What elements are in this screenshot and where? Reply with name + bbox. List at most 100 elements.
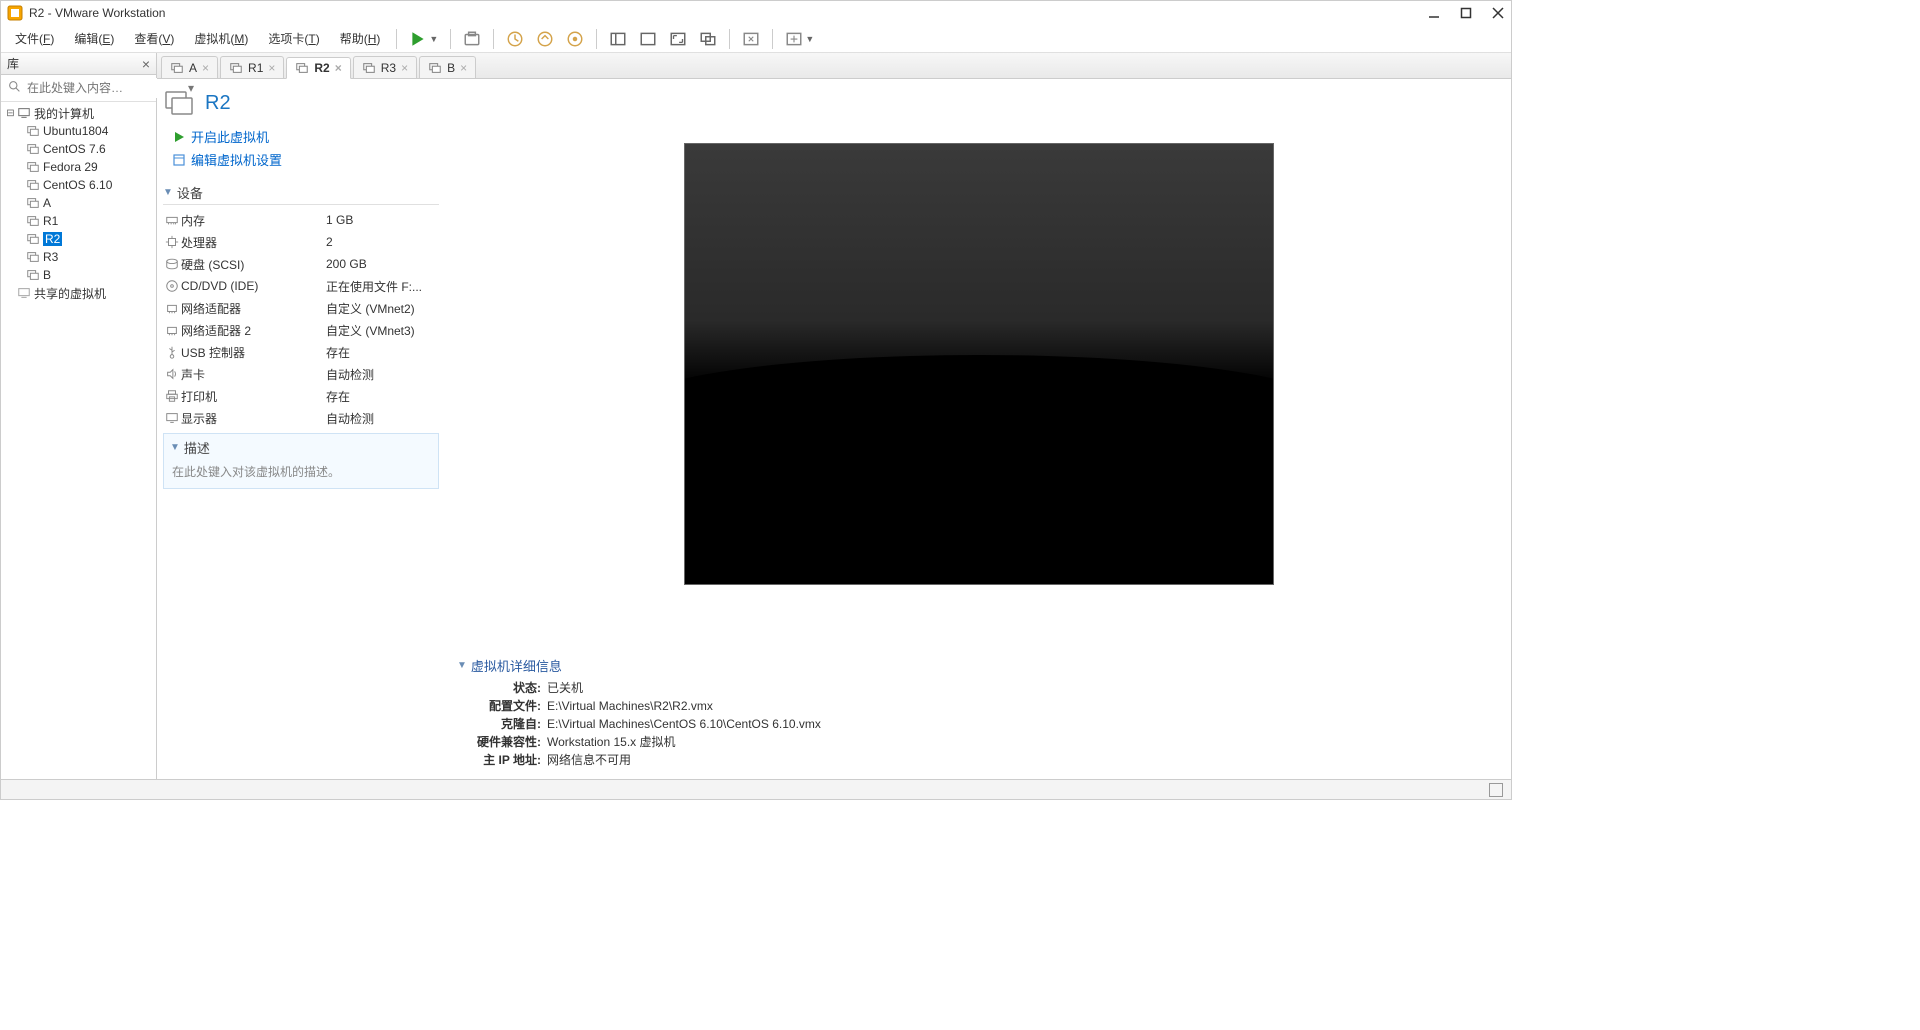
vm-screen-preview[interactable] <box>684 143 1274 585</box>
tree-shared-vms[interactable]: 共享的虚拟机 <box>1 284 156 302</box>
search-icon <box>8 80 21 96</box>
description-section-header[interactable]: ▼ 描述 <box>164 434 438 461</box>
send-cad-button[interactable] <box>736 28 766 50</box>
device-row[interactable]: 声卡自动检测 <box>163 363 439 385</box>
device-name: USB 控制器 <box>181 344 326 361</box>
tab[interactable]: B× <box>419 56 476 78</box>
view-unity-button[interactable] <box>693 28 723 50</box>
details-key: 状态: <box>457 679 547 697</box>
tree-item-label: CentOS 6.10 <box>43 178 112 192</box>
library-close-button[interactable]: × <box>142 56 150 72</box>
preview-area <box>447 79 1511 648</box>
description-placeholder[interactable]: 在此处键入对该虚拟机的描述。 <box>164 461 438 488</box>
details-key: 配置文件: <box>457 697 547 715</box>
vm-icon <box>25 177 41 193</box>
menu-tabs[interactable]: 选项卡(T) <box>258 26 329 51</box>
tab-label: R3 <box>381 61 396 75</box>
tab[interactable]: R3 × <box>353 56 417 78</box>
window-title: R2 - VMware Workstation <box>29 6 1427 20</box>
maximize-button[interactable] <box>1459 6 1473 20</box>
tab-label: B <box>447 61 455 75</box>
vm-icon <box>25 123 41 139</box>
details-value: Workstation 15.x 虚拟机 <box>547 733 676 751</box>
tab-close-button[interactable]: × <box>335 61 342 75</box>
menu-vm[interactable]: 虚拟机(M) <box>184 26 258 51</box>
device-value: 1 GB <box>326 213 353 227</box>
edit-settings-link[interactable]: 编辑虚拟机设置 <box>163 148 439 171</box>
menu-view[interactable]: 查看(V) <box>124 26 184 51</box>
tab-close-button[interactable]: × <box>460 61 467 75</box>
menubar: 文件(F) 编辑(E) 查看(V) 虚拟机(M) 选项卡(T) 帮助(H) ▼ … <box>1 25 1511 53</box>
device-row[interactable]: 显示器自动检测 <box>163 407 439 429</box>
tree-root-my-computer[interactable]: ⊟ 我的计算机 <box>1 104 156 122</box>
tree-item-vm[interactable]: CentOS 6.10 <box>1 176 156 194</box>
devices-section-header[interactable]: ▼ 设备 <box>163 181 439 205</box>
device-name: 打印机 <box>181 388 326 405</box>
device-value: 200 GB <box>326 257 367 271</box>
close-button[interactable] <box>1491 6 1505 20</box>
tree-item-vm[interactable]: R3 <box>1 248 156 266</box>
tree-item-vm[interactable]: CentOS 7.6 <box>1 140 156 158</box>
vm-icon <box>428 61 442 75</box>
vm-details-panel: ▼ 虚拟机详细信息 状态:已关机配置文件:E:\Virtual Machines… <box>447 648 1511 779</box>
tree-item-label: B <box>43 268 51 282</box>
menu-help[interactable]: 帮助(H) <box>330 26 391 51</box>
tree-item-vm[interactable]: R1 <box>1 212 156 230</box>
tree-item-label: R2 <box>43 232 62 246</box>
device-row[interactable]: 处理器2 <box>163 231 439 253</box>
device-row[interactable]: 网络适配器自定义 (VMnet2) <box>163 297 439 319</box>
menu-edit[interactable]: 编辑(E) <box>64 26 124 51</box>
device-row[interactable]: 打印机存在 <box>163 385 439 407</box>
device-value: 存在 <box>326 388 350 405</box>
tree-item-vm[interactable]: Ubuntu1804 <box>1 122 156 140</box>
display-icon <box>163 411 181 425</box>
minimize-button[interactable] <box>1427 6 1441 20</box>
collapse-icon[interactable]: ⊟ <box>5 108 16 119</box>
status-bar <box>1 779 1511 799</box>
shared-icon <box>16 285 32 301</box>
power-on-label: 开启此虚拟机 <box>191 127 269 146</box>
snapshot-manager-button[interactable] <box>560 28 590 50</box>
library-header: 库 × <box>1 53 156 75</box>
details-header[interactable]: ▼ 虚拟机详细信息 <box>457 656 1501 675</box>
tab-close-button[interactable]: × <box>268 61 275 75</box>
snapshot-button[interactable] <box>457 28 487 50</box>
tree-item-vm[interactable]: Fedora 29 <box>1 158 156 176</box>
separator <box>772 29 773 49</box>
separator <box>450 29 451 49</box>
view-fullscreen-button[interactable] <box>663 28 693 50</box>
menu-file[interactable]: 文件(F) <box>5 26 64 51</box>
details-key: 硬件兼容性: <box>457 733 547 751</box>
tray-icon[interactable] <box>1489 783 1503 797</box>
power-on-link[interactable]: 开启此虚拟机 <box>163 125 439 148</box>
tab-close-button[interactable]: × <box>202 61 209 75</box>
device-value: 自定义 (VMnet3) <box>326 322 415 339</box>
device-row[interactable]: USB 控制器存在 <box>163 341 439 363</box>
tree-item-vm[interactable]: B <box>1 266 156 284</box>
tree-item-vm[interactable]: A <box>1 194 156 212</box>
device-row[interactable]: 硬盘 (SCSI)200 GB <box>163 253 439 275</box>
device-value: 正在使用文件 F:... <box>326 278 422 295</box>
power-on-button[interactable]: ▼ <box>403 28 444 50</box>
library-search: ▾ <box>1 75 156 102</box>
details-row: 状态:已关机 <box>457 679 1501 697</box>
tab-label: A <box>189 61 197 75</box>
snapshot-revert-button[interactable] <box>530 28 560 50</box>
tab[interactable]: A× <box>161 56 218 78</box>
vm-summary-panel: R2 开启此虚拟机 编辑虚拟机设置 ▼ 设备 <box>157 79 447 779</box>
stretch-button[interactable]: ▼ <box>779 28 820 50</box>
vm-icon <box>25 195 41 211</box>
tree-item-label: R1 <box>43 214 58 228</box>
tab[interactable]: R1× <box>220 56 284 78</box>
snapshot-take-button[interactable] <box>500 28 530 50</box>
device-row[interactable]: CD/DVD (IDE)正在使用文件 F:... <box>163 275 439 297</box>
view-console-button[interactable] <box>633 28 663 50</box>
view-sidebar-button[interactable] <box>603 28 633 50</box>
tree-item-vm[interactable]: R2 <box>1 230 156 248</box>
device-row[interactable]: 网络适配器 2自定义 (VMnet3) <box>163 319 439 341</box>
device-row[interactable]: 内存1 GB <box>163 209 439 231</box>
tab[interactable]: R2× <box>286 57 350 79</box>
edit-settings-label: 编辑虚拟机设置 <box>191 150 282 169</box>
tab-close-button[interactable]: × <box>401 61 408 75</box>
device-value: 自动检测 <box>326 410 374 427</box>
